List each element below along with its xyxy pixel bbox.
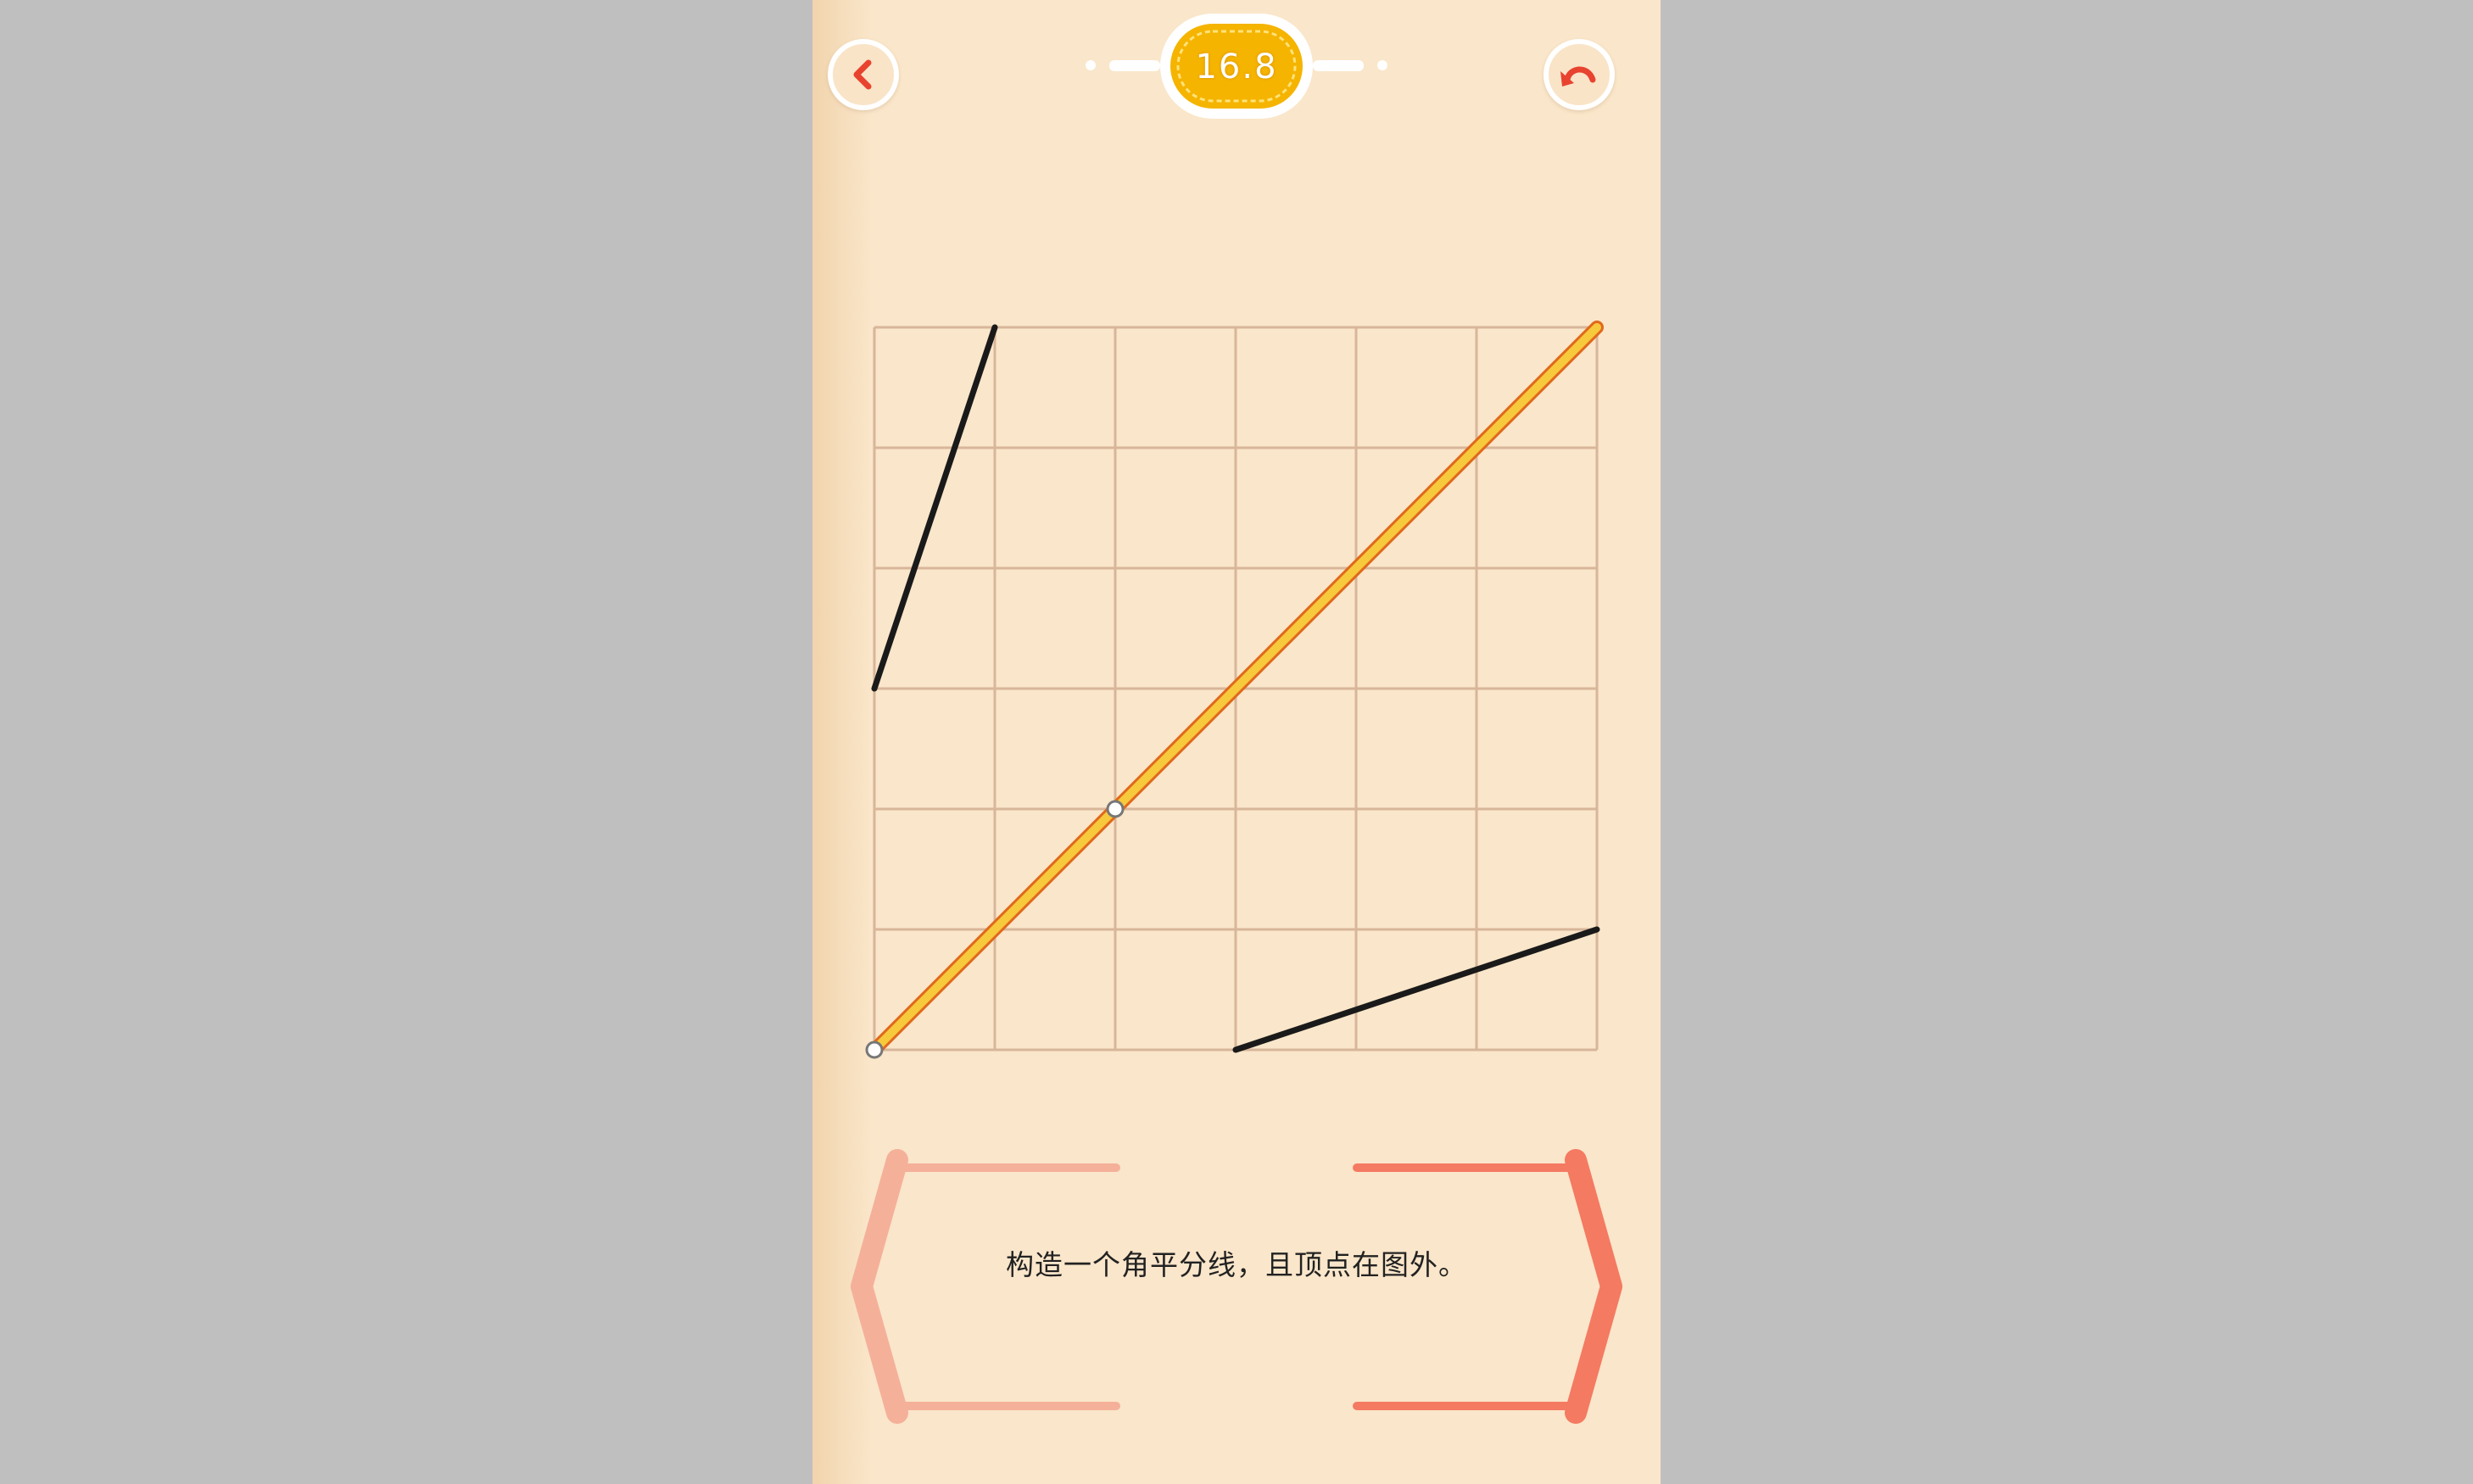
hint-panel: 构造一个角平分线，且顶点在图外。 [812, 1136, 1661, 1433]
hint-text: 构造一个角平分线，且顶点在图外。 [1006, 1248, 1467, 1281]
game-screen: 16.8 构造一个角平分线，且顶点在图外。 [812, 0, 1661, 1484]
given-segment [871, 324, 998, 692]
drag-handle[interactable] [865, 1040, 884, 1059]
given-segment [1232, 926, 1600, 1053]
hint-bracket-frame [851, 1149, 1622, 1424]
drag-handle[interactable] [1106, 800, 1125, 818]
